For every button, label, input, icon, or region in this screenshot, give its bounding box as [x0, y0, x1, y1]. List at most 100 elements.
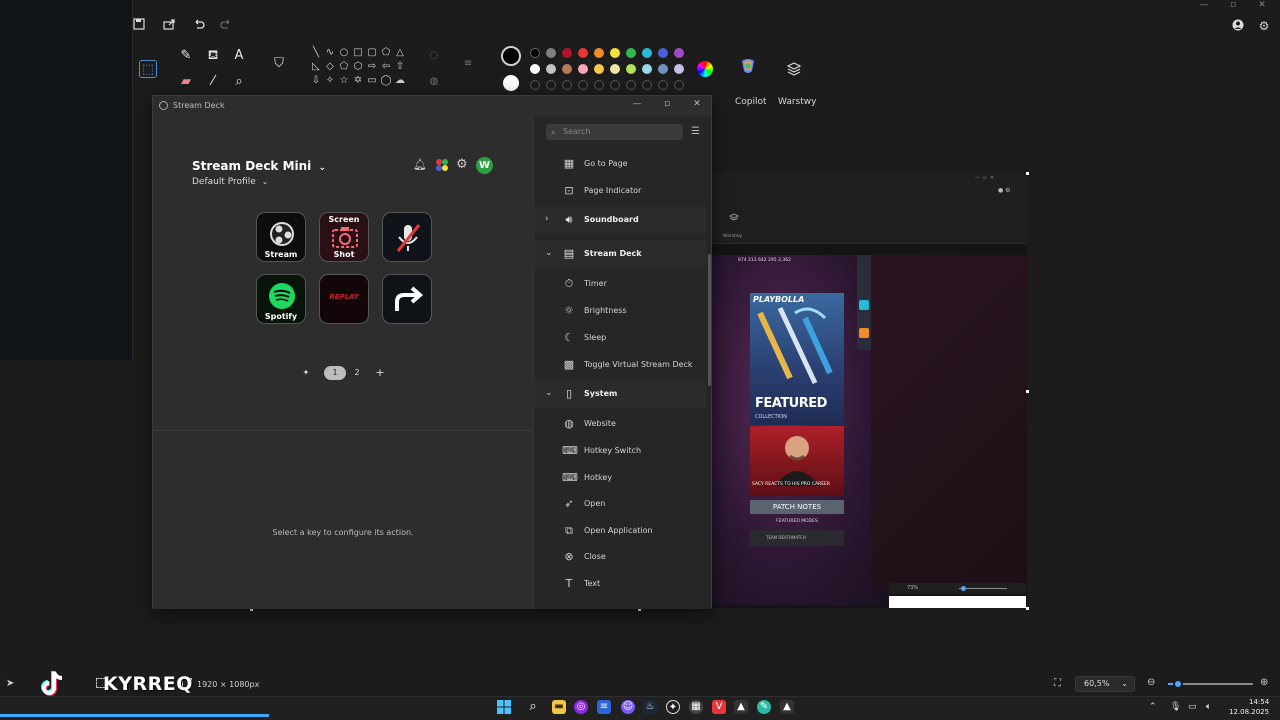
line-shape-icon[interactable]: ╲ [310, 47, 322, 59]
color-swatch[interactable] [610, 48, 620, 58]
pentagon-shape-icon[interactable]: ⬠ [338, 61, 350, 73]
key-stream[interactable]: Stream [256, 212, 306, 262]
browser-icon[interactable]: ◎ [574, 700, 588, 714]
notepad-icon[interactable]: ≡ [597, 700, 611, 714]
color-swatch[interactable] [626, 64, 636, 74]
custom-color-slot[interactable] [658, 80, 668, 90]
color-swatch[interactable] [674, 48, 684, 58]
magnifier-icon[interactable]: ⌕ [230, 73, 248, 91]
callout-oval-shape-icon[interactable]: ◯ [380, 75, 392, 87]
close-button[interactable]: ✕ [1254, 0, 1270, 10]
custom-color-slot[interactable] [642, 80, 652, 90]
edit-colors-icon[interactable] [697, 61, 713, 77]
stream-deck-taskbar-icon[interactable]: ▦ [689, 700, 703, 714]
star6-shape-icon[interactable]: ✡ [352, 75, 364, 87]
marketplace-icon[interactable] [435, 158, 449, 172]
action-timer[interactable]: ⏱︎ Timer [534, 271, 706, 297]
add-page-button[interactable]: + [373, 366, 387, 380]
key-spotify[interactable]: Spotify [256, 274, 306, 324]
resize-handle-top-right[interactable] [1026, 172, 1029, 175]
fit-to-window-icon[interactable]: ⛶ [1054, 678, 1061, 689]
zoom-in-icon[interactable]: ⊕ [1260, 677, 1268, 688]
primary-color[interactable] [501, 46, 521, 66]
custom-color-slot[interactable] [578, 80, 588, 90]
action-open-application[interactable]: ⧉ Open Application [534, 518, 706, 544]
oval-shape-icon[interactable]: ○ [338, 47, 350, 59]
arrow-up-shape-icon[interactable]: ⇧ [394, 61, 406, 73]
paint-taskbar-icon[interactable]: ✎ [757, 700, 771, 714]
action-brightness[interactable]: ☼ Brightness [534, 298, 706, 324]
file-explorer-icon[interactable]: ▬ [552, 700, 566, 714]
key-switch-page[interactable] [382, 274, 432, 324]
action-toggle-virtual-stream-deck[interactable]: ▩ Toggle Virtual Stream Deck [534, 352, 706, 378]
color-swatch[interactable] [562, 64, 572, 74]
triangle-shape-icon[interactable]: △ [394, 47, 406, 59]
rectangle-shape-icon[interactable]: □ [352, 47, 364, 59]
callout-rect-shape-icon[interactable]: ▭ [366, 75, 378, 87]
save-icon[interactable] [132, 17, 148, 33]
color-swatch[interactable] [530, 48, 540, 58]
discord-icon[interactable]: ☺ [621, 700, 635, 714]
star4-shape-icon[interactable]: ✧ [324, 75, 336, 87]
text-tool-icon[interactable]: A [230, 47, 248, 65]
redo-icon[interactable] [219, 17, 235, 33]
arrow-right-shape-icon[interactable]: ⇨ [366, 61, 378, 73]
color-swatch[interactable] [530, 64, 540, 74]
resize-handle-bottom-right[interactable] [1026, 607, 1029, 610]
settings-gear-icon[interactable]: ⚙ [1256, 18, 1272, 34]
custom-color-slot[interactable] [530, 80, 540, 90]
star5-shape-icon[interactable]: ☆ [338, 75, 350, 87]
selection-tool-icon[interactable]: ⬚ [139, 60, 157, 78]
color-swatch[interactable] [658, 64, 668, 74]
custom-color-slot[interactable] [626, 80, 636, 90]
arrow-left-shape-icon[interactable]: ⇦ [380, 61, 392, 73]
page-1-button[interactable]: 1 [324, 366, 346, 380]
custom-color-slot[interactable] [594, 80, 604, 90]
zoom-dropdown[interactable]: 60,5% ⌄ [1075, 676, 1135, 692]
pencil-icon[interactable]: ✎ [177, 47, 195, 65]
callout-cloud-shape-icon[interactable]: ☁ [394, 75, 406, 87]
taskbar-time[interactable]: 14:54 [1249, 698, 1269, 706]
curve-shape-icon[interactable]: ∿ [324, 47, 336, 59]
category-stream-deck[interactable]: ⌄ ▤ Stream Deck [534, 240, 706, 268]
profile-selector[interactable]: Default Profile ⌄ [192, 177, 268, 187]
polygon-shape-icon[interactable]: ⬠ [380, 47, 392, 59]
brush-icon[interactable]: ⛉ [270, 55, 288, 73]
steam-icon[interactable]: ♨ [643, 700, 657, 714]
sd-close-button[interactable]: ✕ [690, 99, 704, 111]
share-icon[interactable] [162, 17, 178, 33]
color-swatch[interactable] [546, 48, 556, 58]
action-website[interactable]: ◍ Website [534, 411, 706, 437]
custom-color-slot[interactable] [610, 80, 620, 90]
tray-overflow-chevron-icon[interactable]: ⌃ [1149, 702, 1157, 712]
page-2-button[interactable]: 2 [351, 366, 363, 380]
notification-bell-icon[interactable]: 🔔︎ [413, 158, 427, 171]
device-selector[interactable]: Stream Deck Mini ⌄ [192, 159, 326, 173]
volume-icon[interactable]: 🔈︎ [1206, 702, 1211, 712]
zoom-out-icon[interactable]: ⊖ [1147, 677, 1155, 688]
action-text[interactable]: T Text [534, 571, 706, 597]
actions-scrollbar[interactable] [708, 254, 711, 386]
action-hotkey[interactable]: ⌨ Hotkey [534, 465, 706, 491]
action-open[interactable]: ➶ Open [534, 491, 706, 517]
search-icon[interactable]: ⌕ [526, 700, 540, 714]
arrow-down-shape-icon[interactable]: ⇩ [310, 75, 322, 87]
color-swatch[interactable] [626, 48, 636, 58]
color-swatch[interactable] [594, 48, 604, 58]
outline-icon[interactable]: ◌ [428, 50, 440, 62]
color-swatch[interactable] [562, 48, 572, 58]
color-swatch[interactable] [674, 64, 684, 74]
color-swatch[interactable] [546, 64, 556, 74]
layers-label[interactable]: Warstwy [778, 97, 816, 107]
action-hotkey-switch[interactable]: ⌨ Hotkey Switch [534, 438, 706, 464]
pin-page-icon[interactable]: ✦ [299, 366, 313, 380]
network-icon[interactable]: ▭ [1188, 702, 1197, 712]
diamond-shape-icon[interactable]: ◇ [324, 61, 336, 73]
color-swatch[interactable] [594, 64, 604, 74]
undo-icon[interactable] [192, 17, 208, 33]
fill-icon[interactable]: ◍ [428, 76, 440, 88]
minimize-button[interactable]: — [1196, 0, 1212, 10]
maximize-button[interactable]: ▫ [1225, 0, 1241, 10]
key-mute-mic[interactable] [382, 212, 432, 262]
key-screenshot[interactable]: Screen Shot [319, 212, 369, 262]
